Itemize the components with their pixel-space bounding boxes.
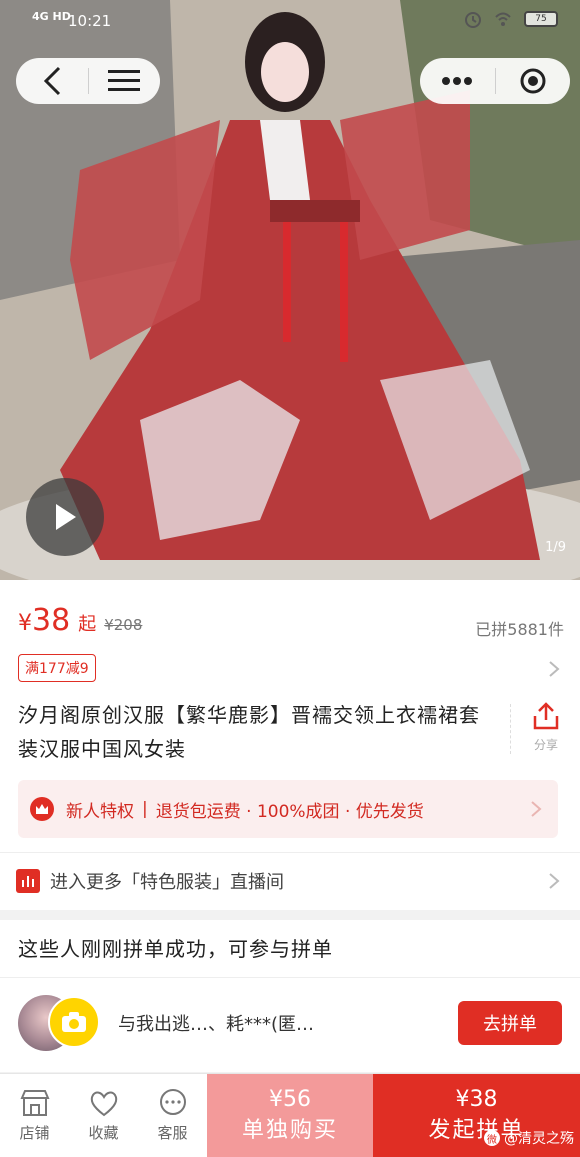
chevron-right-icon [549,873,560,889]
network-indicator: 4G HD [32,10,71,23]
divider [510,704,511,754]
divider [0,977,580,978]
price-suffix: 起 [78,614,97,635]
join-group-button[interactable]: 去拼单 [458,1001,562,1045]
group-price: ¥38 [455,1087,498,1112]
more-dots-icon [442,77,473,85]
gallery-counter: 1/9 [545,540,566,555]
chevron-right-icon [531,801,542,817]
battery-indicator: 75 [524,11,558,27]
back-button[interactable] [16,58,88,104]
perk-details: 退货包运费 · 100%成团 · 优先发货 [155,801,424,822]
target-icon [520,68,546,94]
live-room-link[interactable]: 进入更多「特色服装」直播间 [0,852,580,908]
chevron-right-icon[interactable] [548,660,560,678]
product-image-gallery[interactable]: 4G HD 10:21 75 1/9 [0,0,580,580]
new-user-perks-banner[interactable]: 新人特权 | 退货包运费 · 100%成团 · 优先发货 [18,780,558,838]
store-icon [19,1090,50,1116]
tab-label: 收藏 [88,1124,119,1142]
status-bar: 4G HD 10:21 75 [0,0,580,42]
nav-pill-right [420,58,570,104]
price-amount: 38 [32,603,71,638]
heart-icon [90,1091,117,1117]
live-stream-icon [16,868,40,893]
perk-separator: | [142,799,148,819]
video-play-button[interactable] [26,478,104,556]
watermark-text: @清灵之殇 [504,1131,574,1147]
more-button[interactable] [420,58,495,104]
group-section-title: 这些人刚刚拼单成功，可参与拼单 [18,937,333,961]
tab-label: 客服 [157,1124,188,1142]
sold-count: 已拼5881件 [475,620,564,639]
perk-new-user: 新人特权 [66,801,134,822]
alarm-icon [465,12,481,28]
status-time: 10:21 [68,12,112,30]
hamburger-icon [108,70,141,91]
single-price: ¥56 [269,1087,311,1112]
avatar [48,996,100,1048]
close-miniapp-button[interactable] [496,58,571,104]
share-icon [533,702,559,730]
product-title: 汐月阁原创汉服【繁华鹿影】晋襦交领上衣襦裙套装汉服中国风女装 [18,703,480,761]
coupon-badge[interactable]: 满177减9 [18,654,96,682]
chevron-left-icon [43,66,60,96]
menu-button[interactable] [89,58,161,104]
buy-alone-button[interactable]: ¥56 单独购买 [207,1074,373,1157]
crown-icon [30,797,54,821]
nav-pill-left [16,58,160,104]
single-label: 单独购买 [241,1118,338,1143]
chat-icon [159,1089,186,1115]
camera-icon [62,1012,86,1032]
original-price: ¥208 [104,616,143,634]
wifi-icon [495,12,511,26]
share-label: 分享 [533,738,558,752]
tab-customer-service[interactable]: 客服 [138,1074,207,1157]
price-row: ¥ 38 起 ¥208 [18,603,142,638]
weibo-icon: 微 [484,1130,500,1146]
tab-favorite[interactable]: 收藏 [69,1074,138,1157]
share-button[interactable]: 分享 [524,702,568,753]
price-currency: ¥ [18,611,32,636]
tab-label: 店铺 [19,1124,50,1142]
play-icon [56,504,76,530]
group-members-text: 与我出逃…、耗***(匿… [118,1014,315,1035]
live-room-text: 进入更多「特色服装」直播间 [50,871,284,893]
tab-store[interactable]: 店铺 [0,1074,69,1157]
watermark: 微 @清灵之殇 [484,1128,574,1148]
